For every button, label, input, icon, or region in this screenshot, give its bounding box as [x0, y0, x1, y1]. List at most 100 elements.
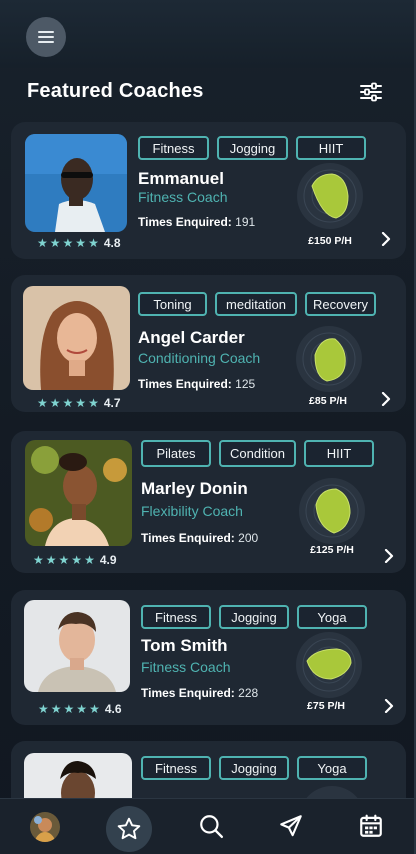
tag[interactable]: Yoga — [297, 756, 367, 780]
star-icon: ★ — [62, 236, 74, 250]
search-icon — [200, 815, 224, 839]
coach-role: Fitness Coach — [138, 189, 228, 205]
tag[interactable]: meditation — [215, 292, 297, 316]
tag[interactable]: HIIT — [296, 136, 366, 160]
nav-profile[interactable] — [22, 799, 68, 854]
top-bar — [0, 0, 414, 68]
chevron-right-icon[interactable] — [382, 549, 396, 563]
coach-name: Emmanuel — [138, 169, 224, 188]
nav-calendar[interactable] — [348, 798, 394, 854]
coach-name: Marley Donin — [141, 479, 248, 498]
tag[interactable]: Yoga — [297, 605, 367, 629]
star-icon: ★ — [50, 702, 62, 716]
coach-card[interactable]: ★ ★ ★ ★ ★ 4.7 Toning meditation Recovery… — [11, 275, 406, 412]
coach-photo — [24, 600, 130, 692]
star-icon: ★ — [71, 553, 83, 567]
rating-value: 4.8 — [103, 236, 121, 250]
chevron-right-icon[interactable] — [379, 232, 393, 246]
send-icon — [280, 815, 302, 837]
tag[interactable]: Pilates — [141, 440, 211, 467]
sliders-icon — [360, 82, 382, 102]
star-icon: ★ — [49, 396, 61, 410]
coach-card[interactable]: ★ ★ ★ ★ ★ 4.8 Fitness Jogging HIIT Emman… — [11, 122, 406, 259]
page-title: Featured Coaches — [27, 80, 204, 102]
enquired-count: 191 — [235, 215, 256, 229]
tag-list: Fitness Jogging Yoga — [141, 605, 367, 629]
star-icon: ★ — [84, 553, 95, 567]
tag[interactable]: Jogging — [217, 136, 288, 160]
rating: ★ ★ ★ ★ ★ 4.8 — [37, 236, 121, 250]
star-icon: ★ — [58, 553, 70, 567]
times-enquired: Times Enquired: 125 — [138, 377, 256, 391]
skill-radar — [295, 631, 363, 699]
star-icon: ★ — [75, 396, 87, 410]
star-icon: ★ — [37, 236, 48, 250]
rating: ★ ★ ★ ★ ★ 4.7 — [37, 396, 121, 410]
enquired-count: 200 — [238, 531, 259, 545]
price: £150 P/H — [308, 235, 352, 247]
star-icon: ★ — [89, 702, 100, 716]
tag[interactable]: Recovery — [305, 292, 376, 316]
times-enquired: Times Enquired: 200 — [141, 531, 259, 545]
tag[interactable]: HIIT — [304, 440, 374, 467]
chevron-right-icon[interactable] — [379, 392, 393, 406]
coach-name: Tom Smith — [141, 636, 228, 655]
price: £75 P/H — [307, 700, 345, 712]
times-enquired: Times Enquired: 228 — [141, 686, 259, 700]
tag[interactable]: Condition — [219, 440, 296, 467]
rating: ★ ★ ★ ★ ★ 4.9 — [33, 553, 117, 567]
star-icon: ★ — [38, 702, 49, 716]
tag[interactable]: Toning — [138, 292, 207, 316]
tag[interactable]: Fitness — [141, 605, 211, 629]
tag[interactable]: Fitness — [138, 136, 209, 160]
rating: ★ ★ ★ ★ ★ 4.6 — [38, 702, 122, 716]
filter-button[interactable] — [356, 79, 386, 105]
nav-favorites[interactable] — [106, 806, 152, 852]
avatar — [30, 812, 60, 842]
coach-role: Fitness Coach — [141, 659, 231, 675]
tag[interactable]: Fitness — [141, 756, 211, 780]
star-icon: ★ — [49, 236, 61, 250]
star-icon: ★ — [33, 553, 44, 567]
app-screen: Featured Coaches ★ ★ ★ ★ ★ 4.8 Fitness J… — [0, 0, 416, 854]
price: £85 P/H — [309, 395, 347, 407]
calendar-icon — [360, 814, 382, 837]
star-icon: ★ — [37, 396, 48, 410]
chevron-right-icon[interactable] — [382, 699, 396, 713]
skill-radar — [296, 162, 364, 230]
coach-card[interactable]: ★ ★ ★ ★ ★ 4.9 Pilates Condition HIIT Mar… — [11, 431, 406, 573]
star-icon: ★ — [88, 236, 99, 250]
star-icon — [117, 817, 141, 840]
enquired-count: 228 — [238, 686, 259, 700]
nav-messages[interactable] — [268, 798, 314, 854]
star-icon: ★ — [62, 396, 74, 410]
tag[interactable]: Jogging — [219, 756, 289, 780]
star-icon: ★ — [76, 702, 88, 716]
tag-list: Toning meditation Recovery — [138, 292, 376, 316]
coach-photo — [23, 286, 130, 390]
hamburger-icon — [38, 31, 54, 43]
tag[interactable]: Jogging — [219, 605, 289, 629]
coach-role: Flexibility Coach — [141, 503, 243, 519]
price: £125 P/H — [310, 544, 354, 556]
tag-list: Fitness Jogging HIIT — [138, 136, 366, 160]
rating-value: 4.9 — [99, 553, 117, 567]
skill-radar — [298, 477, 366, 545]
coach-photo — [25, 134, 127, 232]
nav-search[interactable] — [188, 798, 234, 854]
skill-radar — [295, 325, 363, 393]
rating-value: 4.6 — [104, 702, 122, 716]
star-icon: ★ — [88, 396, 99, 410]
star-icon: ★ — [63, 702, 75, 716]
tag-list: Fitness Jogging Yoga — [141, 756, 367, 780]
menu-button[interactable] — [26, 17, 66, 57]
coach-role: Conditioning Coach — [138, 350, 261, 366]
tag-list: Pilates Condition HIIT — [141, 440, 374, 467]
coach-name: Angel Carder — [138, 328, 245, 347]
times-enquired: Times Enquired: 191 — [138, 215, 256, 229]
star-icon: ★ — [75, 236, 87, 250]
coach-card[interactable]: ★ ★ ★ ★ ★ 4.6 Fitness Jogging Yoga Tom S… — [11, 590, 406, 725]
coach-photo — [25, 440, 132, 546]
enquired-count: 125 — [235, 377, 256, 391]
rating-value: 4.7 — [103, 396, 121, 410]
